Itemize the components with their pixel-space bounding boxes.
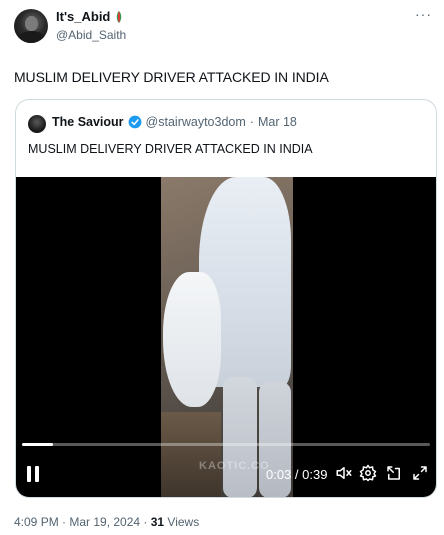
tweet-text: MUSLIM DELIVERY DRIVER ATTACKED IN INDIA (14, 69, 329, 85)
quoted-display-name[interactable]: The Saviour (52, 115, 124, 129)
quoted-header: The Saviour @stairwayto3dom · Mar 18 (52, 115, 297, 129)
pop-out-icon[interactable] (384, 463, 404, 483)
video-ground (161, 412, 221, 497)
video-frame: KAOTIC.CO (161, 177, 293, 497)
video-player[interactable]: KAOTIC.CO 0:03 / 0:39 (16, 177, 436, 497)
author-handle[interactable]: @Abid_Saith (56, 28, 126, 42)
video-person-arm (163, 272, 221, 407)
pause-icon-bar (27, 466, 31, 482)
avatar-shoulders (18, 31, 45, 43)
video-progress-bar[interactable] (22, 443, 430, 446)
flag-icon (117, 10, 122, 23)
pause-button[interactable] (27, 466, 41, 482)
video-progress-fill (22, 443, 54, 446)
tweet-timestamp[interactable]: 4:09 PM · Mar 19, 2024 · (14, 515, 151, 529)
views-label: Views (164, 515, 200, 529)
views-count: 31 (150, 515, 165, 529)
author-display-name[interactable]: It's_Abid (56, 9, 110, 24)
quoted-tweet-text: MUSLIM DELIVERY DRIVER ATTACKED IN INDIA (28, 142, 313, 156)
verified-badge-icon (128, 115, 141, 129)
author-avatar[interactable] (14, 9, 48, 43)
author-name-row[interactable]: It's_Abid (56, 9, 124, 24)
volume-muted-icon[interactable] (334, 463, 354, 483)
tweet-footer: 4:09 PM · Mar 19, 2024 · 31 Views (14, 515, 199, 529)
pause-icon-bar (35, 466, 39, 482)
quoted-handle[interactable]: @stairwayto3dom (146, 115, 246, 129)
fullscreen-icon[interactable] (410, 463, 430, 483)
more-options-icon[interactable]: ··· (415, 6, 432, 22)
avatar-face (25, 16, 38, 31)
quoted-tweet-card[interactable]: The Saviour @stairwayto3dom · Mar 18 MUS… (15, 99, 437, 498)
video-time: 0:03 / 0:39 (266, 467, 328, 482)
quoted-date[interactable]: Mar 18 (258, 115, 297, 129)
quoted-author-avatar[interactable] (28, 115, 46, 133)
video-person-leg (223, 377, 257, 497)
settings-gear-icon[interactable] (358, 463, 378, 483)
video-watermark: KAOTIC.CO (199, 460, 270, 472)
quoted-separator: · (249, 115, 254, 129)
